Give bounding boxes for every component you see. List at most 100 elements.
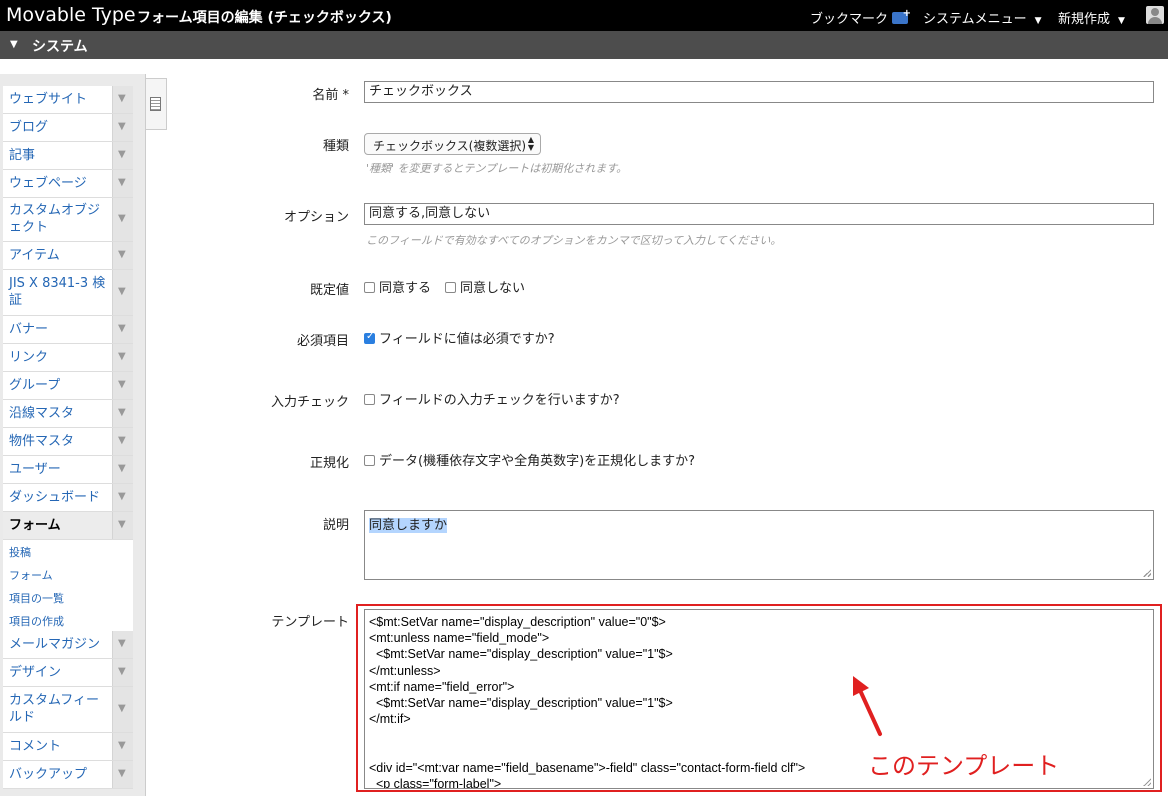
bookmark-label: ブックマーク bbox=[810, 12, 889, 27]
sidebar-item-links[interactable]: リンク bbox=[3, 344, 133, 372]
checkbox-checked-icon[interactable] bbox=[364, 331, 375, 344]
chevron-down-icon[interactable] bbox=[112, 428, 133, 455]
sidebar-item-label: JIS X 8341-3 検証 bbox=[9, 276, 106, 308]
name-label-text: 名前 bbox=[312, 88, 339, 103]
sidebar-item-banners[interactable]: バナー bbox=[3, 316, 133, 344]
description-textarea[interactable]: 同意しますか bbox=[364, 510, 1154, 580]
system-menu-label: システムメニュー bbox=[923, 12, 1027, 27]
bookmark-menu[interactable]: ブックマーク bbox=[810, 8, 911, 27]
validate-checkbox-label: フィールドの入力チェックを行いますか? bbox=[379, 393, 620, 408]
brand-logo[interactable]: Movable Type bbox=[6, 4, 136, 26]
required-label: 必須項目 bbox=[296, 334, 349, 349]
sidebar-item-label: バックアップ bbox=[9, 767, 88, 782]
sidebar-item-label: コメント bbox=[9, 739, 62, 754]
sidebar-item-entries[interactable]: 記事 bbox=[3, 142, 133, 170]
bookmark-add-icon bbox=[892, 8, 911, 24]
default-option-2[interactable]: 同意しない bbox=[445, 277, 525, 296]
checkbox-icon[interactable] bbox=[364, 455, 375, 466]
sidebar-item-label: ユーザー bbox=[9, 462, 61, 477]
sidebar-item-custom-fields[interactable]: カスタムフィールド bbox=[3, 687, 133, 733]
new-menu[interactable]: 新規作成 ▼ bbox=[1058, 8, 1125, 27]
context-bar[interactable]: ▼ システム bbox=[0, 31, 1168, 59]
options-input[interactable]: 同意する,同意しない bbox=[364, 203, 1154, 225]
sidebar-item-property-master[interactable]: 物件マスタ bbox=[3, 428, 133, 456]
sidebar-item-forms[interactable]: フォーム bbox=[3, 512, 133, 540]
sidebar-item-comments[interactable]: コメント bbox=[3, 733, 133, 761]
name-input[interactable]: チェックボックス bbox=[364, 81, 1154, 103]
normalize-checkbox[interactable]: データ(機種依存文字や全角英数字)を正規化しますか? bbox=[364, 450, 695, 469]
sidebar-item-jis-check[interactable]: JIS X 8341-3 検証 bbox=[3, 270, 133, 316]
required-checkbox[interactable]: フィールドに値は必須ですか? bbox=[364, 328, 555, 347]
sidebar-item-label: 記事 bbox=[9, 148, 36, 163]
description-label: 説明 bbox=[322, 518, 349, 533]
chevron-down-icon[interactable] bbox=[112, 372, 133, 399]
chevron-down-icon[interactable] bbox=[112, 344, 133, 371]
required-mark: * bbox=[342, 88, 350, 103]
user-avatar-icon[interactable] bbox=[1146, 6, 1164, 24]
system-menu[interactable]: システムメニュー ▼ bbox=[923, 8, 1042, 27]
checkbox-icon[interactable] bbox=[445, 282, 456, 293]
sidebar-item-label: ブログ bbox=[9, 120, 49, 135]
checkbox-icon[interactable] bbox=[364, 394, 375, 405]
type-select[interactable]: チェックボックス(複数選択) ▲ ▼ bbox=[364, 133, 541, 155]
sidebar-item-custom-objects[interactable]: カスタムオブジェクト bbox=[3, 198, 133, 242]
sidebar-item-label: デザイン bbox=[9, 665, 62, 680]
chevron-down-icon[interactable] bbox=[112, 659, 133, 686]
sidebar-item-users[interactable]: ユーザー bbox=[3, 456, 133, 484]
chevron-down-icon[interactable] bbox=[112, 316, 133, 343]
checkbox-icon[interactable] bbox=[364, 282, 375, 293]
sidebar-item-label: ウェブサイト bbox=[9, 92, 88, 107]
sidebar-item-label: 物件マスタ bbox=[9, 434, 75, 449]
context-toggle-icon[interactable]: ▼ bbox=[10, 39, 18, 50]
resize-grip-icon[interactable] bbox=[1143, 778, 1151, 786]
annotation-arrow-icon bbox=[853, 676, 882, 736]
resize-grip-icon[interactable] bbox=[1143, 569, 1151, 577]
chevron-down-icon: ▼ bbox=[1118, 16, 1125, 26]
chevron-down-icon[interactable] bbox=[112, 142, 133, 169]
sidebar-item-backup[interactable]: バックアップ bbox=[3, 761, 133, 789]
chevron-down-icon[interactable] bbox=[112, 86, 133, 113]
description-text: 同意しますか bbox=[369, 518, 448, 533]
sidebar-item-groups[interactable]: グループ bbox=[3, 372, 133, 400]
sidebar-item-items[interactable]: アイテム bbox=[3, 242, 133, 270]
chevron-down-icon[interactable] bbox=[112, 761, 133, 788]
default-option-1-label: 同意する bbox=[379, 281, 432, 296]
options-label: オプション bbox=[283, 210, 349, 225]
chevron-down-icon[interactable] bbox=[112, 631, 133, 658]
chevron-down-icon[interactable] bbox=[112, 512, 133, 539]
chevron-down-icon: ▼ bbox=[1034, 16, 1042, 26]
default-label: 既定値 bbox=[309, 283, 349, 298]
chevron-down-icon[interactable] bbox=[112, 198, 133, 241]
default-option-1[interactable]: 同意する bbox=[364, 277, 431, 296]
sidebar-item-label: フォーム bbox=[9, 518, 61, 533]
chevron-down-icon[interactable] bbox=[112, 687, 133, 732]
chevron-down-icon[interactable] bbox=[112, 114, 133, 141]
sidebar-item-webpages[interactable]: ウェブページ bbox=[3, 170, 133, 198]
annotation-text: このテンプレート bbox=[868, 752, 1060, 780]
submenu-item-field-list[interactable]: 項目の一覧 bbox=[9, 590, 64, 606]
chevron-down-icon[interactable] bbox=[112, 484, 133, 511]
page-title: フォーム項目の編集 (チェックボックス) bbox=[137, 10, 392, 26]
submenu-item-forms[interactable]: フォーム bbox=[9, 567, 53, 583]
sidebar-item-railway-master[interactable]: 沿線マスタ bbox=[3, 400, 133, 428]
sidebar-item-blog[interactable]: ブログ bbox=[3, 114, 133, 142]
sidebar-item-design[interactable]: デザイン bbox=[3, 659, 133, 687]
chevron-down-icon[interactable] bbox=[112, 170, 133, 197]
chevron-down-icon[interactable] bbox=[112, 242, 133, 269]
sidebar-item-label: リンク bbox=[9, 350, 49, 365]
submenu-item-posts[interactable]: 投稿 bbox=[9, 544, 31, 560]
name-label: 名前 * bbox=[149, 84, 349, 103]
sidebar-item-dashboard[interactable]: ダッシュボード bbox=[3, 484, 133, 512]
type-select-value: チェックボックス(複数選択) bbox=[373, 139, 527, 153]
new-menu-label: 新規作成 bbox=[1058, 12, 1111, 27]
sidebar-item-mail-magazine[interactable]: メールマガジン bbox=[3, 631, 133, 659]
validate-checkbox[interactable]: フィールドの入力チェックを行いますか? bbox=[364, 389, 620, 408]
sidebar-item-website[interactable]: ウェブサイト bbox=[3, 86, 133, 114]
chevron-down-icon[interactable] bbox=[112, 400, 133, 427]
default-option-2-label: 同意しない bbox=[460, 281, 526, 296]
chevron-down-icon[interactable] bbox=[112, 456, 133, 483]
chevron-down-icon[interactable] bbox=[112, 733, 133, 760]
submenu-item-create-field[interactable]: 項目の作成 bbox=[9, 613, 64, 629]
chevron-down-icon[interactable] bbox=[112, 270, 133, 315]
sidebar-item-label: グループ bbox=[9, 378, 61, 393]
